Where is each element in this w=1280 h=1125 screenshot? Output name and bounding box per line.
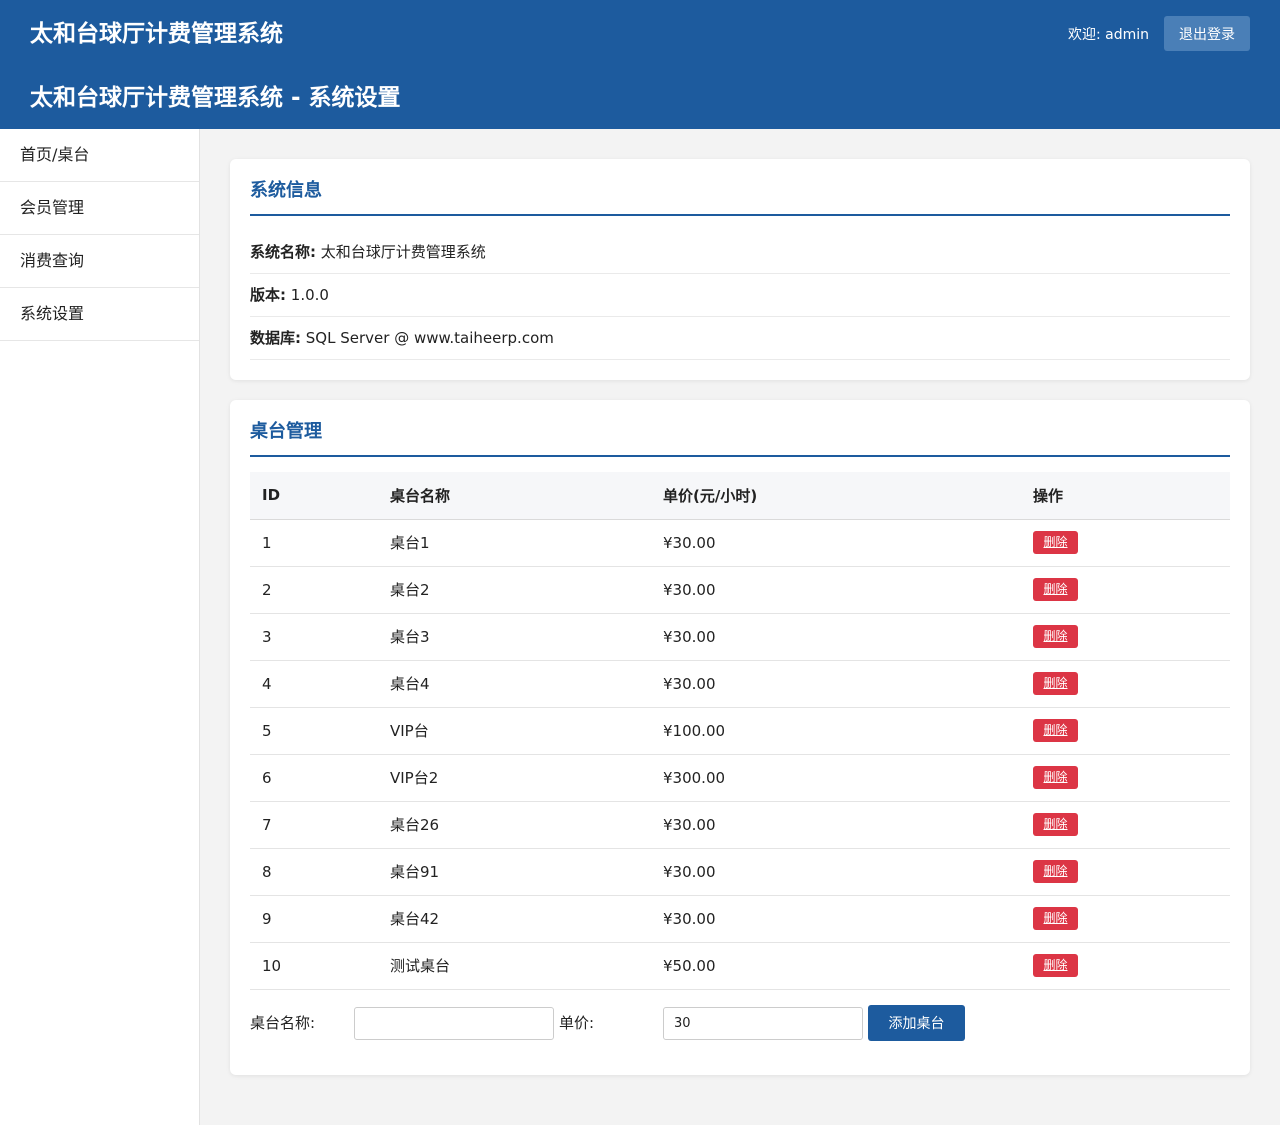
cell-price: ¥100.00: [651, 707, 1021, 755]
cell-price: ¥30.00: [651, 848, 1021, 896]
info-key: 系统名称:: [250, 243, 316, 261]
app-header: 太和台球厅计费管理系统 太和台球厅计费管理系统 - 系统设置 欢迎: admin…: [0, 0, 1280, 129]
cell-action: 删除: [1021, 848, 1230, 896]
cell-id: 6: [250, 754, 378, 802]
sidebar-item-home-tables[interactable]: 首页/桌台: [0, 129, 199, 182]
cell-action: 删除: [1021, 801, 1230, 849]
system-info-title: 系统信息: [250, 179, 1230, 216]
user-area: 欢迎: admin 退出登录: [1068, 16, 1250, 51]
delete-button[interactable]: 删除: [1033, 719, 1078, 742]
cell-id: 4: [250, 660, 378, 708]
tables-table: ID 桌台名称 单价(元/小时) 操作 1 桌台1 ¥30.00 删除 2 桌台2 ¥30.…: [250, 472, 1230, 990]
table-name-input[interactable]: [354, 1006, 554, 1040]
table-management-title: 桌台管理: [250, 420, 1230, 457]
info-value: SQL Server @ www.taiheerp.com: [305, 329, 554, 347]
page-title: 太和台球厅计费管理系统 - 系统设置: [30, 85, 401, 111]
info-value: 1.0.0: [290, 286, 329, 304]
sidebar-item-consumption[interactable]: 消费查询: [0, 235, 199, 288]
cell-name: 桌台4: [378, 660, 651, 708]
cell-id: 8: [250, 848, 378, 896]
column-header-action: 操作: [1021, 472, 1230, 520]
table-header-row: ID 桌台名称 单价(元/小时) 操作: [250, 472, 1230, 520]
logout-button[interactable]: 退出登录: [1164, 16, 1250, 51]
cell-name: 桌台2: [378, 566, 651, 614]
table-row: 1 桌台1 ¥30.00 删除: [250, 519, 1230, 567]
cell-name: 桌台3: [378, 613, 651, 661]
cell-action: 删除: [1021, 895, 1230, 943]
table-row: 6 VIP台2 ¥300.00 删除: [250, 754, 1230, 802]
sidebar-item-settings[interactable]: 系统设置: [0, 288, 199, 341]
delete-button[interactable]: 删除: [1033, 672, 1078, 695]
cell-action: 删除: [1021, 942, 1230, 990]
cell-action: 删除: [1021, 660, 1230, 708]
delete-button[interactable]: 删除: [1033, 578, 1078, 601]
info-row-version: 版本: 1.0.0: [250, 274, 1230, 317]
table-row: 9 桌台42 ¥30.00 删除: [250, 895, 1230, 943]
add-table-button[interactable]: 添加桌台: [868, 1004, 965, 1041]
table-row: 8 桌台91 ¥30.00 删除: [250, 848, 1230, 896]
cell-id: 7: [250, 801, 378, 849]
column-header-id: ID: [250, 472, 378, 520]
tables-body: 1 桌台1 ¥30.00 删除 2 桌台2 ¥30.00 删除 3 桌台3 ¥30.00 删除 4 桌台4…: [250, 519, 1230, 990]
delete-button[interactable]: 删除: [1033, 907, 1078, 930]
info-row-database: 数据库: SQL Server @ www.taiheerp.com: [250, 317, 1230, 360]
delete-button[interactable]: 删除: [1033, 531, 1078, 554]
cell-price: ¥50.00: [651, 942, 1021, 990]
cell-price: ¥30.00: [651, 566, 1021, 614]
table-row: 10 测试桌台 ¥50.00 删除: [250, 942, 1230, 990]
welcome-text: 欢迎: admin: [1067, 26, 1149, 43]
cell-price: ¥30.00: [651, 613, 1021, 661]
delete-button[interactable]: 删除: [1033, 766, 1078, 789]
cell-id: 1: [250, 519, 378, 567]
cell-action: 删除: [1021, 707, 1230, 755]
delete-button[interactable]: 删除: [1033, 954, 1078, 977]
info-key: 版本:: [250, 286, 286, 304]
cell-id: 9: [250, 895, 378, 943]
system-info-card: 系统信息 系统名称: 太和台球厅计费管理系统 版本: 1.0.0 数据库: SQ…: [230, 159, 1250, 380]
table-row: 2 桌台2 ¥30.00 删除: [250, 566, 1230, 614]
cell-price: ¥30.00: [651, 895, 1021, 943]
cell-id: 10: [250, 942, 378, 990]
cell-name: 桌台1: [378, 519, 651, 567]
table-row: 3 桌台3 ¥30.00 删除: [250, 613, 1230, 661]
cell-price: ¥30.00: [651, 660, 1021, 708]
cell-id: 2: [250, 566, 378, 614]
table-name-label: 桌台名称:: [250, 1013, 316, 1032]
column-header-name: 桌台名称: [378, 472, 651, 520]
delete-button[interactable]: 删除: [1033, 813, 1078, 836]
cell-name: 桌台91: [378, 848, 651, 896]
delete-button[interactable]: 删除: [1033, 625, 1078, 648]
price-input[interactable]: [663, 1006, 863, 1040]
cell-name: VIP台2: [378, 754, 651, 802]
app-title: 太和台球厅计费管理系统: [30, 21, 283, 47]
cell-action: 删除: [1021, 519, 1230, 567]
cell-price: ¥30.00: [651, 801, 1021, 849]
info-row-system-name: 系统名称: 太和台球厅计费管理系统: [250, 231, 1230, 274]
sidebar: 首页/桌台 会员管理 消费查询 系统设置: [0, 129, 200, 1125]
add-table-form: 桌台名称: 单价: 添加桌台: [250, 990, 1230, 1056]
table-management-card: 桌台管理 ID 桌台名称 单价(元/小时) 操作 1 桌台1 ¥30.00 删除 2 桌台…: [230, 400, 1250, 1075]
table-row: 4 桌台4 ¥30.00 删除: [250, 660, 1230, 708]
cell-action: 删除: [1021, 613, 1230, 661]
cell-action: 删除: [1021, 754, 1230, 802]
table-row: 7 桌台26 ¥30.00 删除: [250, 801, 1230, 849]
cell-id: 3: [250, 613, 378, 661]
cell-action: 删除: [1021, 566, 1230, 614]
cell-name: 桌台26: [378, 801, 651, 849]
main-content: 系统信息 系统名称: 太和台球厅计费管理系统 版本: 1.0.0 数据库: SQ…: [200, 129, 1280, 1125]
cell-id: 5: [250, 707, 378, 755]
cell-name: 测试桌台: [378, 942, 651, 990]
cell-name: 桌台42: [378, 895, 651, 943]
delete-button[interactable]: 删除: [1033, 860, 1078, 883]
column-header-price: 单价(元/小时): [651, 472, 1021, 520]
cell-price: ¥300.00: [651, 754, 1021, 802]
system-info-list: 系统名称: 太和台球厅计费管理系统 版本: 1.0.0 数据库: SQL Ser…: [250, 231, 1230, 360]
info-key: 数据库:: [250, 329, 301, 347]
table-row: 5 VIP台 ¥100.00 删除: [250, 707, 1230, 755]
price-label: 单价:: [559, 1013, 595, 1032]
cell-name: VIP台: [378, 707, 651, 755]
cell-price: ¥30.00: [651, 519, 1021, 567]
sidebar-item-members[interactable]: 会员管理: [0, 182, 199, 235]
info-value: 太和台球厅计费管理系统: [320, 243, 486, 261]
